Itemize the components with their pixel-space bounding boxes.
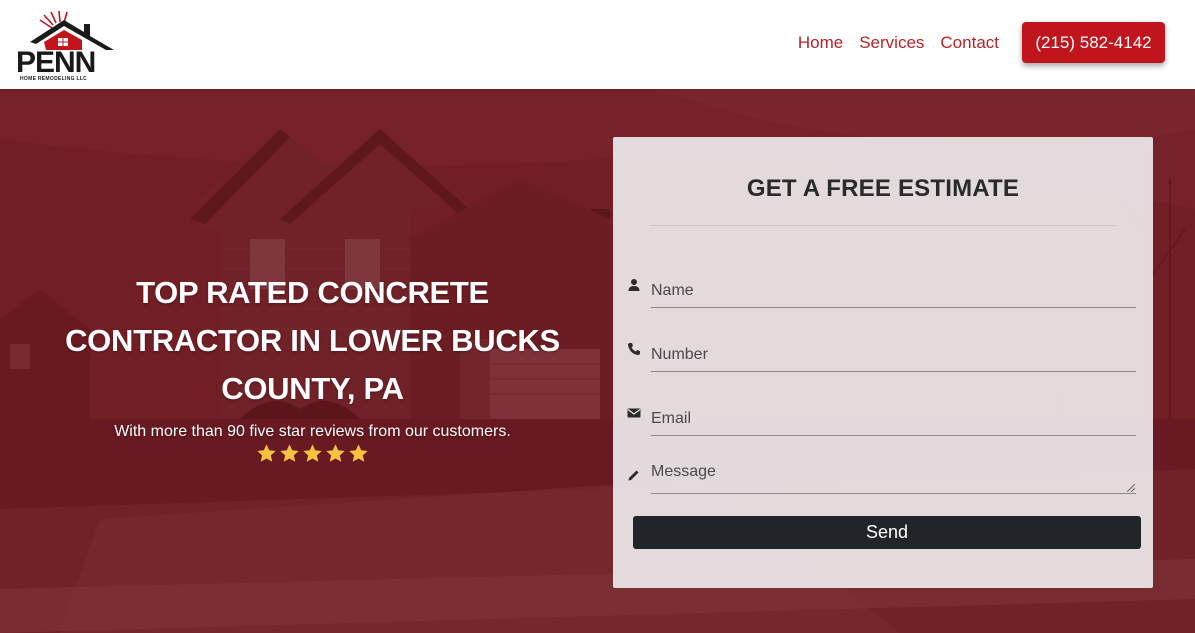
star-icon xyxy=(257,444,276,462)
hero-subtitle: With more than 90 five star reviews from… xyxy=(114,423,511,440)
star-icon xyxy=(303,444,322,462)
form-title: GET A FREE ESTIMATE xyxy=(746,175,1020,202)
star-icon xyxy=(280,444,299,462)
nav-contact-link[interactable]: Contact xyxy=(940,33,999,53)
email-field-row xyxy=(627,402,1137,442)
message-textarea[interactable] xyxy=(651,458,1136,494)
send-button[interactable]: Send xyxy=(633,516,1141,549)
estimate-form: GET A FREE ESTIMATE Name Number Email Me… xyxy=(613,137,1153,588)
logo-wordmark: PENN xyxy=(16,46,96,79)
pencil-icon xyxy=(627,468,643,484)
star-icon xyxy=(326,444,345,462)
form-divider xyxy=(650,225,1116,226)
name-input[interactable] xyxy=(651,274,1136,308)
rating-stars xyxy=(60,443,565,464)
name-field-row xyxy=(627,274,1137,314)
nav-home-link[interactable]: Home xyxy=(798,33,843,53)
email-input[interactable] xyxy=(651,402,1136,436)
resize-handle-icon[interactable] xyxy=(1127,484,1135,492)
phone-icon xyxy=(627,342,643,358)
phone-call-button[interactable]: (215) 582-4142 xyxy=(1022,22,1165,63)
star-icon xyxy=(349,444,368,462)
site-header: PENN HOME REMODELING LLC Home Services C… xyxy=(0,0,1195,89)
logo-tagline: HOME REMODELING LLC xyxy=(20,76,88,82)
logo[interactable]: PENN HOME REMODELING LLC xyxy=(16,10,120,82)
hero-text-block: TOP RATED CONCRETE CONTRACTOR IN LOWER B… xyxy=(60,269,565,464)
main-nav: Home Services Contact xyxy=(798,33,999,53)
user-icon xyxy=(627,278,643,294)
number-input[interactable] xyxy=(651,338,1136,372)
envelope-icon xyxy=(627,406,643,422)
nav-services-link[interactable]: Services xyxy=(859,33,924,53)
number-field-row xyxy=(627,338,1137,378)
message-field-row xyxy=(627,458,1137,498)
hero-section: TOP RATED CONCRETE CONTRACTOR IN LOWER B… xyxy=(0,89,1195,633)
hero-title: TOP RATED CONCRETE CONTRACTOR IN LOWER B… xyxy=(65,275,560,406)
